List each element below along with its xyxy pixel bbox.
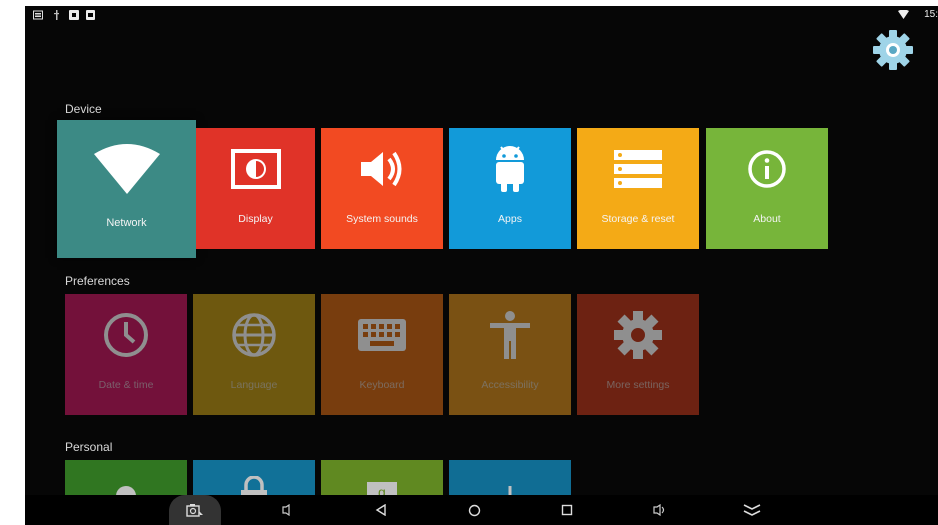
brightness-icon bbox=[230, 149, 281, 189]
notification-screen-icon bbox=[33, 10, 43, 20]
keyboard-icon bbox=[358, 319, 406, 351]
tile-label: Date & time bbox=[98, 379, 154, 391]
tile-label: Display bbox=[238, 213, 273, 225]
volume-up-button[interactable] bbox=[647, 495, 673, 525]
wifi-icon bbox=[93, 144, 160, 194]
tile-about[interactable]: About bbox=[706, 128, 828, 249]
android-icon bbox=[496, 146, 524, 192]
tile-apps[interactable]: Apps bbox=[449, 128, 571, 249]
section-label-preferences: Preferences bbox=[65, 274, 130, 288]
tile-accessibility[interactable]: Accessibility bbox=[449, 294, 571, 415]
usb-icon bbox=[54, 10, 59, 20]
storage-icon bbox=[614, 150, 662, 188]
tile-date-time[interactable]: Date & time bbox=[65, 294, 187, 415]
android-tv-screen: 15: Device Network Display System sounds… bbox=[25, 6, 938, 525]
home-button[interactable] bbox=[461, 495, 487, 525]
tile-label: Accessibility bbox=[481, 379, 539, 391]
tile-label: About bbox=[753, 213, 781, 225]
recent-apps-button[interactable] bbox=[554, 495, 580, 525]
wifi-signal-icon bbox=[898, 10, 909, 19]
volume-down-icon bbox=[282, 504, 290, 516]
tile-language[interactable]: Language bbox=[193, 294, 315, 415]
speaker-icon bbox=[361, 151, 402, 187]
gear-icon bbox=[614, 311, 662, 359]
tile-label: System sounds bbox=[346, 213, 418, 225]
tile-personal-google[interactable]: g bbox=[321, 460, 443, 500]
globe-icon bbox=[232, 313, 276, 357]
tile-label: Keyboard bbox=[359, 379, 405, 391]
tile-label: Network bbox=[106, 217, 147, 229]
screenshot-icon bbox=[186, 504, 203, 517]
hide-navbar-button[interactable] bbox=[737, 495, 767, 525]
home-icon bbox=[468, 504, 480, 516]
accessibility-icon bbox=[490, 311, 530, 359]
tile-display[interactable]: Display bbox=[196, 128, 315, 249]
tile-network[interactable]: Network bbox=[57, 120, 196, 258]
clock-icon bbox=[104, 313, 148, 357]
settings-gear-button[interactable] bbox=[871, 28, 915, 72]
info-icon bbox=[748, 150, 786, 188]
tile-more-settings[interactable]: More settings bbox=[577, 294, 699, 415]
volume-up-icon bbox=[653, 504, 665, 516]
tile-personal-security[interactable] bbox=[193, 460, 315, 500]
back-icon bbox=[375, 504, 386, 516]
tile-label: Apps bbox=[498, 213, 522, 225]
download-icon bbox=[69, 10, 79, 20]
tile-label: Storage & reset bbox=[601, 213, 675, 225]
tile-label: Language bbox=[230, 379, 278, 391]
tile-personal-account[interactable] bbox=[65, 460, 187, 500]
tile-system-sounds[interactable]: System sounds bbox=[321, 128, 443, 249]
screenshot-button[interactable] bbox=[169, 495, 221, 525]
recent-apps-icon bbox=[561, 504, 573, 516]
back-button[interactable] bbox=[368, 495, 394, 525]
tile-personal-backup[interactable] bbox=[449, 460, 571, 500]
status-bar: 15: bbox=[25, 6, 938, 28]
file-icon bbox=[86, 10, 95, 20]
tile-label: More settings bbox=[606, 379, 670, 391]
tile-keyboard[interactable]: Keyboard bbox=[321, 294, 443, 415]
clock-time: 15: bbox=[924, 9, 938, 20]
chevron-double-down-icon bbox=[743, 504, 761, 516]
section-label-device: Device bbox=[65, 102, 102, 116]
navigation-bar bbox=[25, 495, 938, 525]
section-label-personal: Personal bbox=[65, 440, 113, 454]
volume-down-button[interactable] bbox=[274, 495, 300, 525]
gear-icon bbox=[873, 30, 913, 70]
tile-storage-reset[interactable]: Storage & reset bbox=[577, 128, 699, 249]
